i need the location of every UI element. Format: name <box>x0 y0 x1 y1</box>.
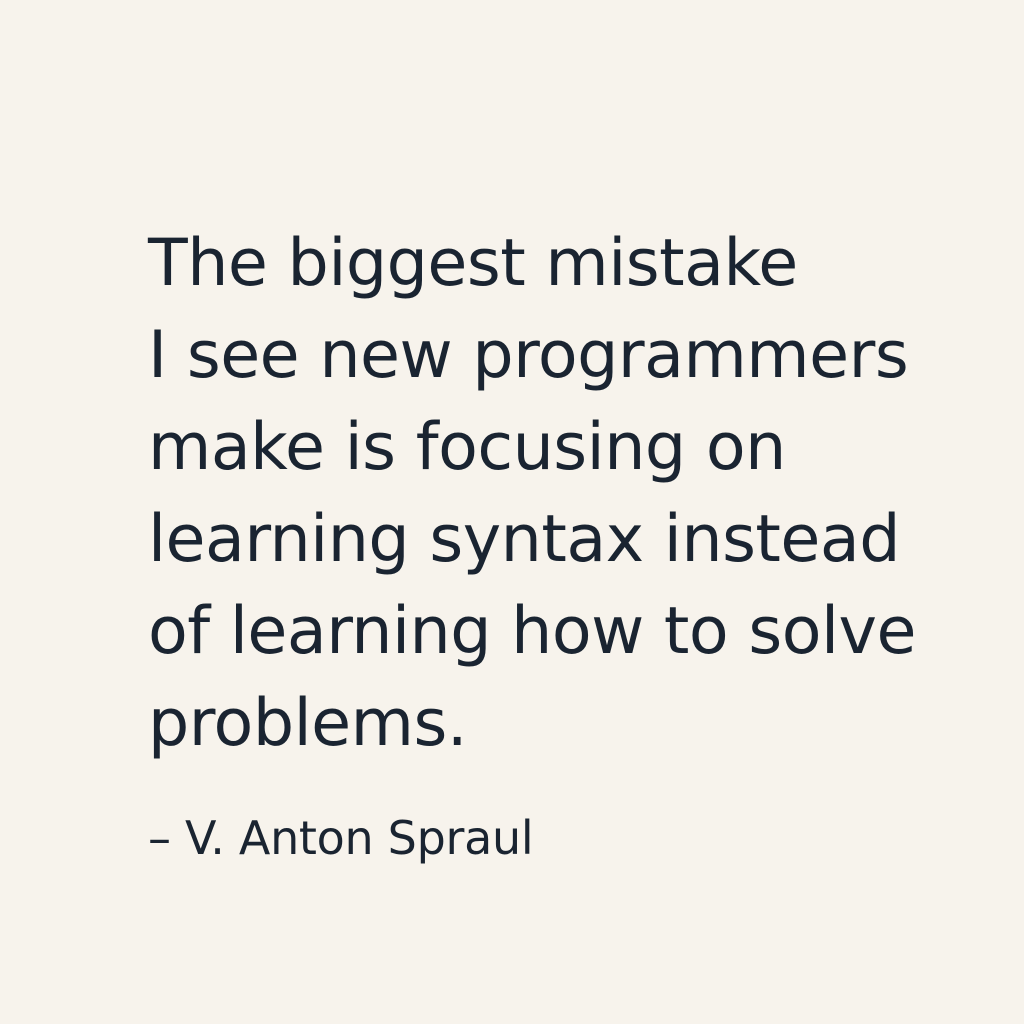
quote-line-4: learning syntax instead <box>148 502 901 577</box>
quote-line-3: make is focusing on <box>148 410 786 485</box>
quote-line-6: problems. <box>148 686 467 761</box>
quote-card: The biggest mistake I see new programmer… <box>0 0 1024 1024</box>
quote-line-1: The biggest mistake <box>148 226 798 301</box>
quote-line-2: I see new programmers <box>148 318 909 393</box>
quote-text: The biggest mistake I see new programmer… <box>148 218 917 770</box>
quote-line-5: of learning how to solve <box>148 594 917 669</box>
quote-author: – V. Anton Spraul <box>148 811 534 865</box>
